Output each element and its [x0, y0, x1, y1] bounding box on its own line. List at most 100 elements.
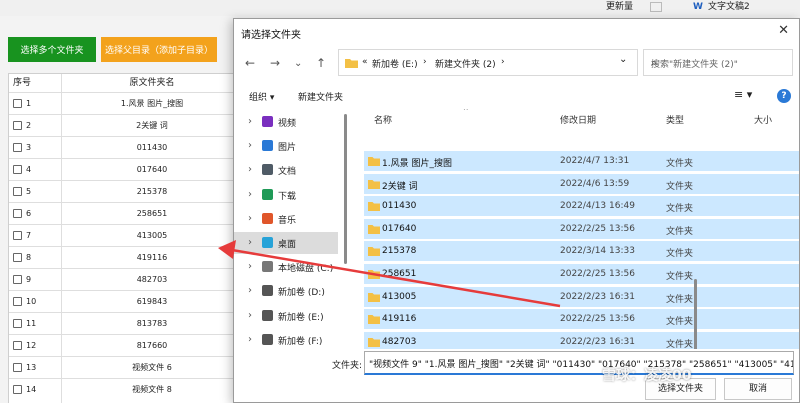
column-name[interactable]: 名称 [374, 113, 392, 126]
table-row[interactable]: 10 619843 [9, 290, 235, 312]
table-row[interactable]: 14 视频文件 8 [9, 378, 235, 400]
column-size[interactable]: 大小 [754, 113, 772, 126]
address-dropdown-icon[interactable]: ⌄ [619, 54, 627, 65]
row-checkbox[interactable] [13, 385, 22, 394]
expand-chevron-icon[interactable]: › [248, 261, 252, 272]
expand-chevron-icon[interactable]: › [248, 140, 252, 151]
organize-menu[interactable]: 组织 ▾ [249, 90, 274, 103]
nav-item[interactable]: › 新加卷 (E:) [234, 305, 338, 327]
address-bar[interactable]: « 新加卷 (E:) › 新建文件夹 (2) › ⌄ [338, 49, 638, 76]
file-row[interactable]: 258651 2022/2/25 13:56 文件夹 [364, 264, 799, 285]
table-header-index: 序号 [13, 78, 32, 88]
breadcrumb-end-chevron[interactable]: › [501, 57, 505, 67]
table-row[interactable]: 9 482703 [9, 268, 235, 290]
up-arrow-icon[interactable]: ↑ [316, 56, 326, 70]
breadcrumb-drive-e[interactable]: 新加卷 (E:) [372, 57, 418, 70]
column-modified[interactable]: 修改日期 [560, 113, 596, 126]
row-checkbox[interactable] [13, 187, 22, 196]
column-type[interactable]: 类型 [666, 113, 684, 126]
file-row[interactable]: 413005 2022/2/23 16:31 文件夹 [364, 286, 799, 308]
new-folder-button[interactable]: 新建文件夹 [298, 90, 343, 103]
row-checkbox[interactable] [13, 99, 22, 108]
nav-item[interactable]: › 音乐 [234, 208, 338, 230]
file-list-scrollbar[interactable] [694, 279, 697, 349]
table-row[interactable]: 3 011430 [9, 136, 235, 158]
expand-chevron-icon[interactable]: › [248, 213, 252, 224]
expand-chevron-icon[interactable]: › [248, 285, 252, 296]
watermark-text: 雪球：凌凌00 [602, 368, 692, 384]
expand-chevron-icon[interactable]: › [248, 116, 252, 127]
table-row[interactable]: 8 419116 [9, 246, 235, 268]
row-index: 4 [26, 165, 32, 174]
row-checkbox[interactable] [13, 209, 22, 218]
expand-chevron-icon[interactable]: › [248, 237, 252, 248]
table-row[interactable]: 5 215378 [9, 180, 235, 202]
row-checkbox[interactable] [13, 341, 22, 350]
table-row[interactable]: 4 017640 [9, 158, 235, 180]
file-date: 2022/2/25 13:56 [560, 269, 635, 279]
row-checkbox[interactable] [13, 231, 22, 240]
expand-chevron-icon[interactable]: › [248, 164, 252, 175]
nav-item-icon [262, 164, 273, 176]
row-folder-name: 017640 [136, 165, 168, 174]
file-row[interactable]: 017640 2022/2/25 13:56 文件夹 [364, 218, 799, 240]
expand-chevron-icon[interactable]: › [248, 334, 252, 345]
select-parent-directory-button[interactable]: 选择父目录（添加子目录） [101, 37, 217, 62]
table-row[interactable]: 12 817660 [9, 334, 235, 356]
file-type: 文件夹 [666, 181, 694, 192]
help-icon[interactable]: ? [777, 89, 791, 103]
search-icon[interactable]: ⌕ [651, 56, 786, 70]
file-row[interactable]: 482703 2022/2/23 16:31 文件夹 [364, 331, 799, 349]
table-row[interactable]: 1 1.风景 图片_搜图 [9, 92, 235, 114]
table-row[interactable]: 7 413005 [9, 224, 235, 246]
row-checkbox[interactable] [13, 319, 22, 328]
dropdown-chevron-icon[interactable]: ⌄ [294, 58, 302, 69]
expand-chevron-icon[interactable]: › [248, 310, 252, 321]
file-name: 215378 [382, 246, 417, 257]
nav-item[interactable]: › 本地磁盘 (C:) [234, 256, 338, 278]
search-box[interactable]: 搜索"新建文件夹 (2)" ⌕ [643, 49, 793, 76]
table-row[interactable]: 13 视频文件 6 [9, 356, 235, 378]
row-checkbox[interactable] [13, 253, 22, 262]
row-checkbox[interactable] [13, 121, 22, 130]
row-index: 13 [26, 363, 37, 372]
row-checkbox[interactable] [13, 165, 22, 174]
nav-item[interactable]: › 视频 [234, 111, 338, 133]
breadcrumb-new-folder-2[interactable]: 新建文件夹 (2) [435, 57, 496, 70]
nav-item[interactable]: › 图片 [234, 135, 338, 157]
row-checkbox[interactable] [13, 143, 22, 152]
table-row[interactable]: 6 258651 [9, 202, 235, 224]
folder-name-input[interactable]: "视频文件 9" "1.风景 图片_搜图" "2关键 词" "011430" "… [364, 351, 794, 375]
nav-item[interactable]: › 文档 [234, 159, 338, 181]
topbar-item-document[interactable]: 文字文稿2 [708, 0, 750, 14]
nav-item[interactable]: › 新加卷 (D:) [234, 280, 338, 302]
row-checkbox[interactable] [13, 363, 22, 372]
row-folder-name: 258651 [136, 209, 168, 218]
file-row[interactable]: 1.风景 图片_搜图 2022/4/7 13:31 文件夹 [364, 151, 799, 172]
row-checkbox[interactable] [13, 275, 22, 284]
file-type: 文件夹 [666, 339, 694, 349]
row-folder-name: 817660 [136, 341, 168, 350]
row-index: 10 [26, 297, 37, 306]
file-row[interactable]: 419116 2022/2/25 13:56 文件夹 [364, 309, 799, 331]
select-multiple-folders-button[interactable]: 选择多个文件夹 [8, 37, 96, 62]
topbar-item-update[interactable]: 更新量 [606, 0, 633, 14]
expand-chevron-icon[interactable]: › [248, 189, 252, 200]
view-menu-icon[interactable]: ≡ ▾ [734, 88, 752, 101]
nav-scrollbar[interactable] [344, 114, 347, 264]
forward-arrow-icon[interactable]: → [270, 56, 280, 70]
file-row[interactable]: 011430 2022/4/13 16:49 文件夹 [364, 196, 799, 218]
table-row[interactable]: 11 813783 [9, 312, 235, 334]
back-arrow-icon[interactable]: ← [245, 56, 255, 70]
row-checkbox[interactable] [13, 297, 22, 306]
table-row[interactable]: 2 2关键 词 [9, 114, 235, 136]
nav-item-icon [262, 116, 273, 127]
file-row[interactable]: 215378 2022/3/14 13:33 文件夹 [364, 241, 799, 263]
close-icon[interactable]: ✕ [778, 23, 789, 38]
nav-item[interactable]: › 下载 [234, 184, 338, 206]
file-name: 2关键 词 [382, 181, 418, 192]
nav-item[interactable]: › 新加卷 (F:) [234, 329, 338, 351]
cancel-button[interactable]: 取消 [724, 378, 792, 400]
nav-item[interactable]: › 桌面 [234, 232, 338, 254]
file-row[interactable]: 2关键 词 2022/4/6 13:59 文件夹 [364, 173, 799, 195]
